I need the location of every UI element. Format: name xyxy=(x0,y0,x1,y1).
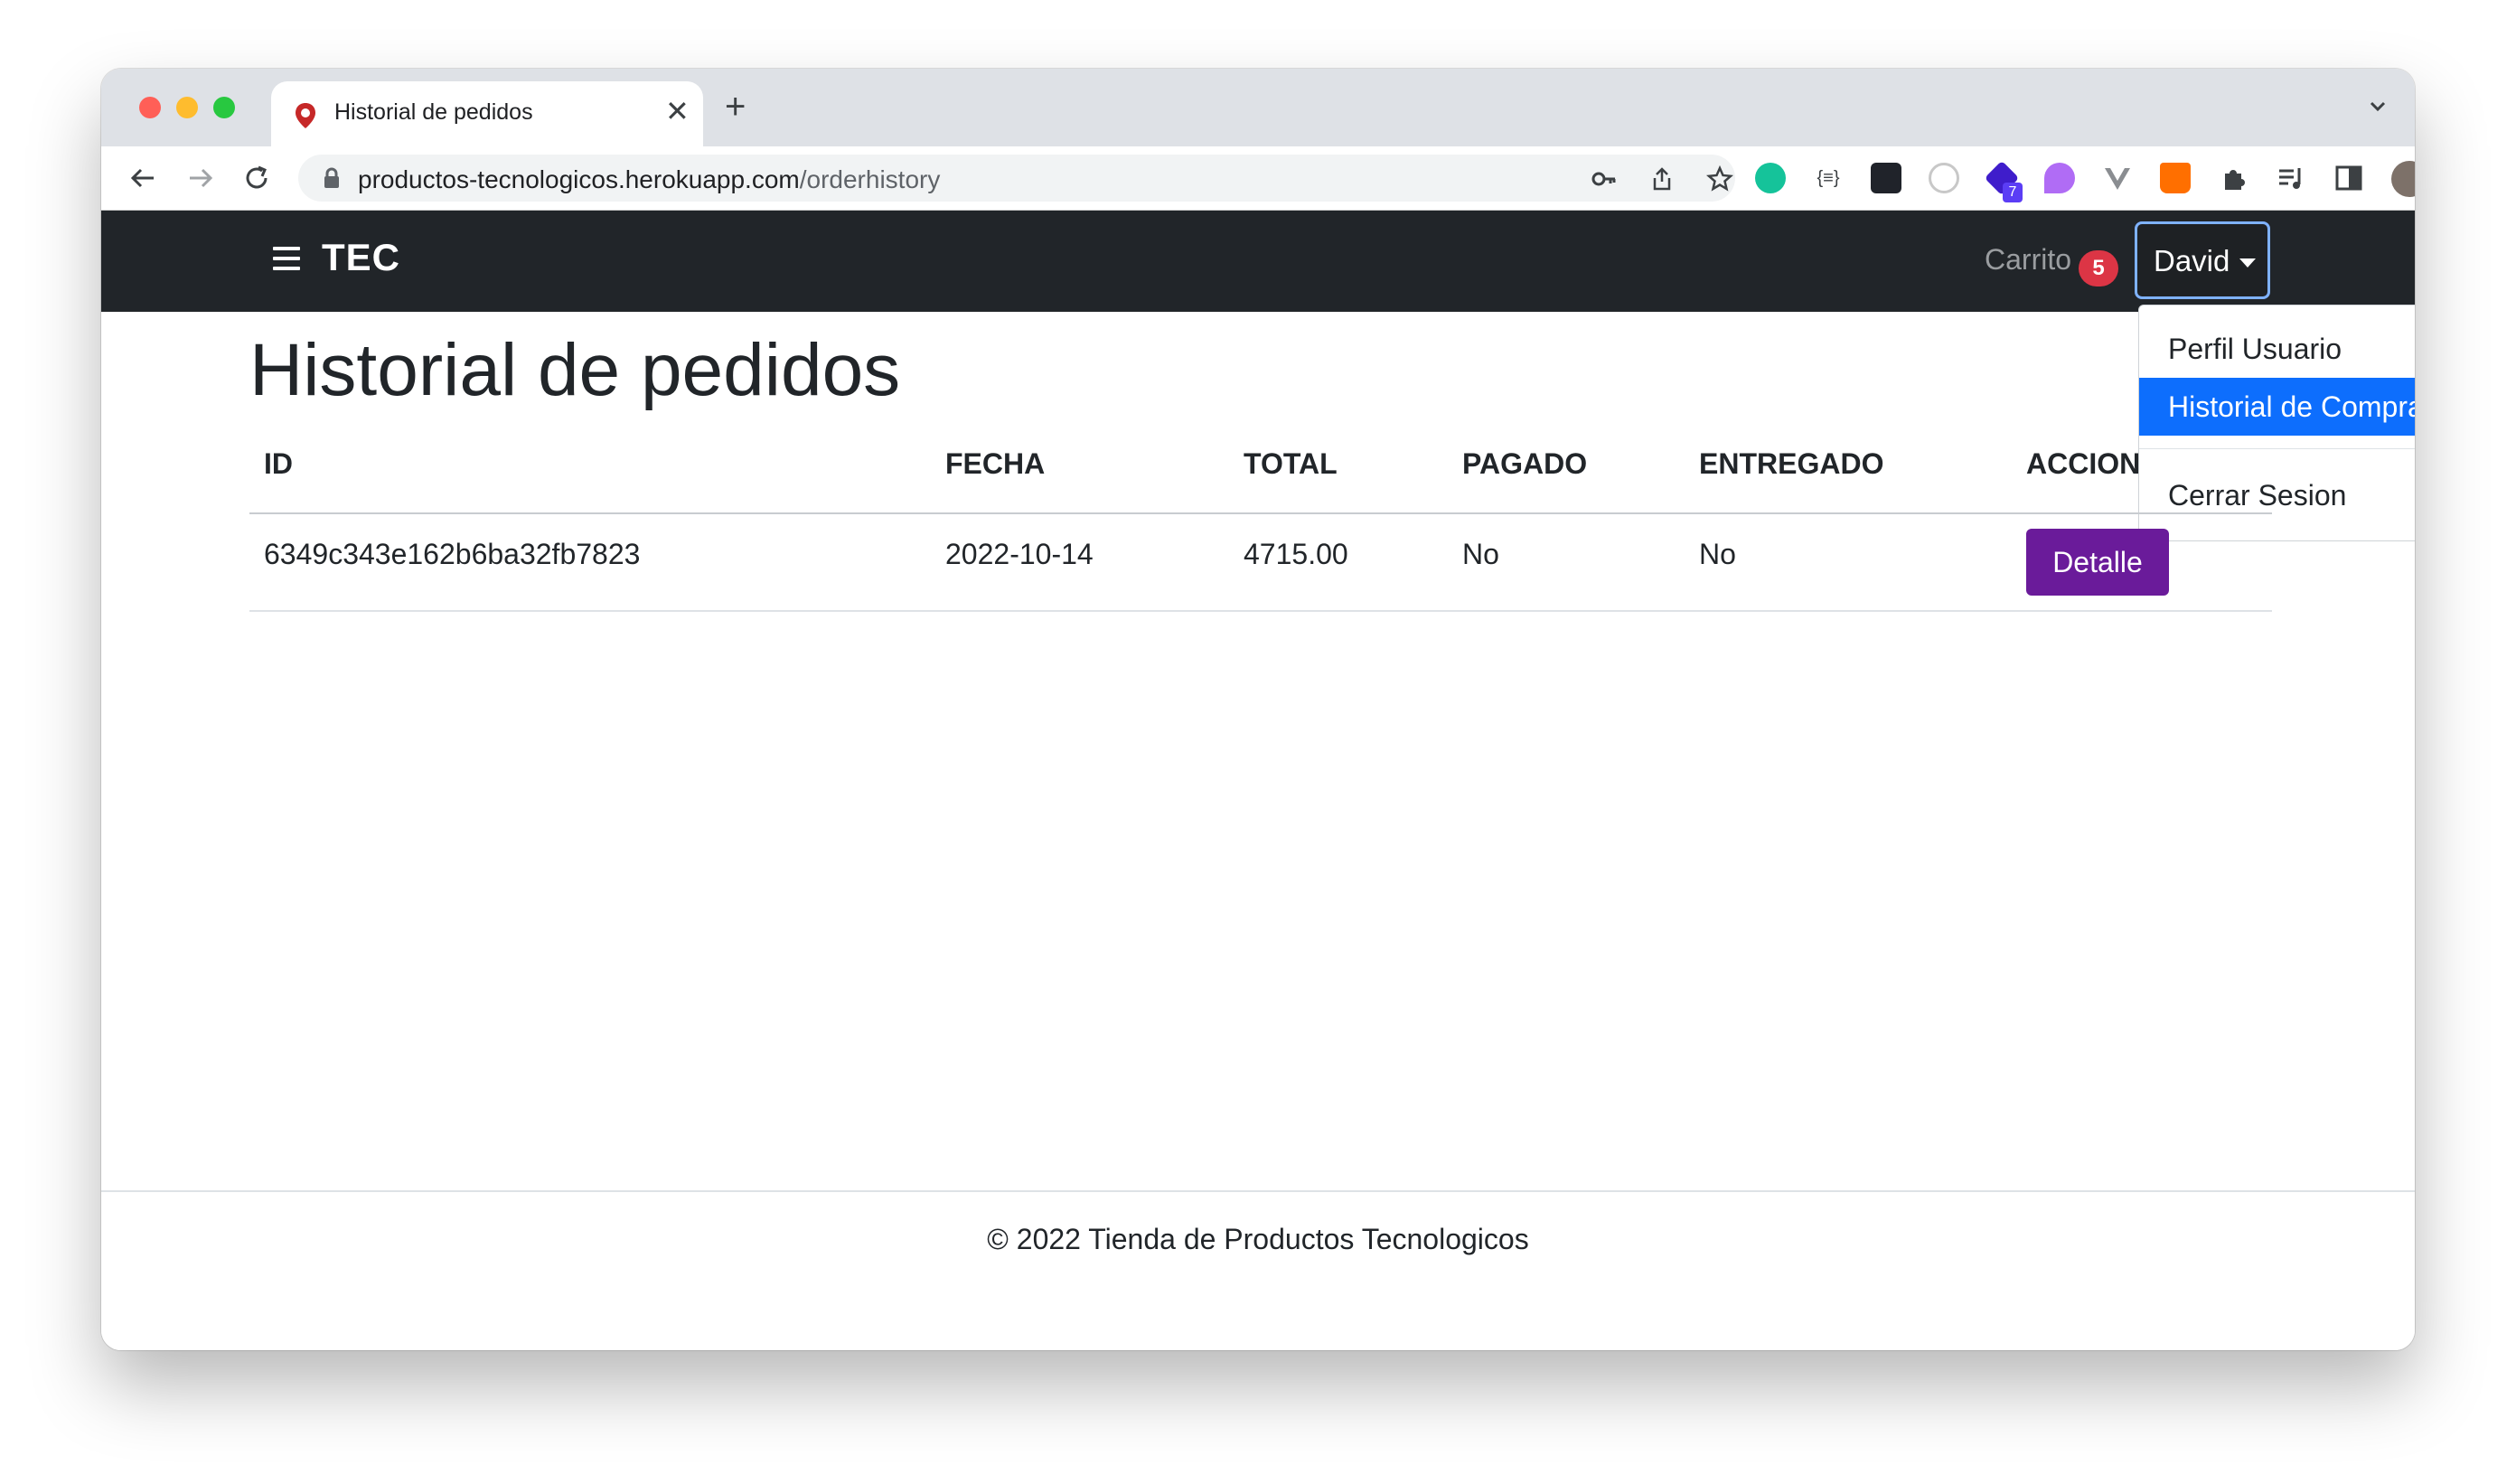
tab-search-chevron-icon[interactable] xyxy=(2364,92,2391,119)
browser-tab[interactable]: Historial de pedidos ✕ xyxy=(271,81,703,146)
close-window-button[interactable] xyxy=(139,97,161,118)
reload-icon[interactable] xyxy=(240,162,273,194)
profile-avatar[interactable] xyxy=(2391,161,2415,197)
tab-strip: Historial de pedidos ✕ + xyxy=(101,69,2415,146)
menu-item-purchase-history[interactable]: Historial de Compras xyxy=(2139,378,2415,436)
bookmark-star-icon[interactable] xyxy=(1706,165,1733,193)
cart-count-badge: 5 xyxy=(2079,250,2118,286)
json-extension-icon[interactable]: {≡} xyxy=(1813,163,1844,193)
react-devtools-icon[interactable] xyxy=(1871,163,1901,193)
column-header-total: TOTAL xyxy=(1244,447,1338,480)
user-dropdown-menu: Perfil Usuario Historial de Compras Cerr… xyxy=(2138,305,2415,541)
forward-arrow-icon[interactable] xyxy=(184,162,217,194)
order-id: 6349c343e162b6ba32fb7823 xyxy=(264,538,641,570)
media-playlist-icon[interactable] xyxy=(2276,163,2306,193)
brand-logo[interactable]: TEC xyxy=(322,236,400,279)
page-title: Historial de pedidos xyxy=(249,329,901,411)
order-date: 2022-10-14 xyxy=(945,538,1094,570)
dropdown-divider xyxy=(2139,448,2415,449)
menu-item-label: Cerrar Sesion xyxy=(2168,479,2347,512)
user-name: David xyxy=(2154,244,2230,277)
page-content: TEC Carrito 5 David Perfil Usuario Histo… xyxy=(101,211,2415,1350)
hamburger-menu-icon[interactable] xyxy=(273,247,300,272)
menu-item-label: Perfil Usuario xyxy=(2168,333,2342,365)
column-header-delivered: ENTREGADO xyxy=(1699,447,1884,480)
vue-devtools-icon[interactable] xyxy=(2102,163,2133,193)
user-menu-toggle[interactable]: David xyxy=(2135,221,2270,299)
url-host: productos-tecnologicos.herokuapp.com xyxy=(358,165,800,193)
share-icon[interactable] xyxy=(1648,165,1676,193)
detail-button[interactable]: Detalle xyxy=(2026,529,2169,596)
top-navbar: TEC Carrito 5 David xyxy=(101,211,2415,312)
menu-item-label: Historial de Compras xyxy=(2168,390,2415,423)
table-header-divider xyxy=(249,512,2272,514)
order-paid: No xyxy=(1462,538,1499,570)
new-tab-icon[interactable]: + xyxy=(725,89,746,125)
table-row-divider xyxy=(249,610,2272,612)
footer-copyright: © 2022 Tienda de Productos Tecnologicos xyxy=(987,1223,1529,1255)
location-pin-icon xyxy=(296,103,315,128)
puzzle-extensions-icon[interactable] xyxy=(2218,163,2248,193)
page-footer: © 2022 Tienda de Productos Tecnologicos xyxy=(101,1190,2415,1350)
column-header-action: ACCION xyxy=(2026,447,2141,480)
cart-link[interactable]: Carrito xyxy=(1985,243,2071,277)
tab-title: Historial de pedidos xyxy=(334,99,533,125)
extension-badge: 7 xyxy=(2003,183,2023,202)
side-panel-icon[interactable] xyxy=(2333,163,2364,193)
lighthouse-icon[interactable] xyxy=(2160,163,2191,193)
url-text[interactable]: productos-tecnologicos.herokuapp.com/ord… xyxy=(358,165,940,194)
minimize-window-button[interactable] xyxy=(176,97,198,118)
browser-toolbar: productos-tecnologicos.herokuapp.com/ord… xyxy=(101,146,2415,211)
address-bar[interactable]: productos-tecnologicos.herokuapp.com/ord… xyxy=(298,155,1735,202)
browser-window: Historial de pedidos ✕ + productos-tecno… xyxy=(101,69,2415,1350)
maximize-window-button[interactable] xyxy=(213,97,235,118)
url-path: /orderhistory xyxy=(799,165,941,193)
key-icon[interactable] xyxy=(1591,165,1618,193)
tab-close-icon[interactable]: ✕ xyxy=(665,94,690,128)
grammarly-extension-icon[interactable] xyxy=(1755,163,1786,193)
order-total: 4715.00 xyxy=(1244,538,1348,570)
purple-extension-icon[interactable] xyxy=(2044,163,2075,193)
order-delivered: No xyxy=(1699,538,1736,570)
menu-item-logout[interactable]: Cerrar Sesion xyxy=(2139,466,2415,524)
ring-extension-icon[interactable] xyxy=(1929,163,1959,193)
column-header-date: FECHA xyxy=(945,447,1046,480)
column-header-id: ID xyxy=(264,447,293,480)
menu-item-profile[interactable]: Perfil Usuario xyxy=(2139,320,2415,378)
column-header-paid: PAGADO xyxy=(1462,447,1588,480)
back-arrow-icon[interactable] xyxy=(127,162,159,194)
caret-down-icon xyxy=(2239,258,2256,268)
lock-icon[interactable] xyxy=(322,167,342,189)
